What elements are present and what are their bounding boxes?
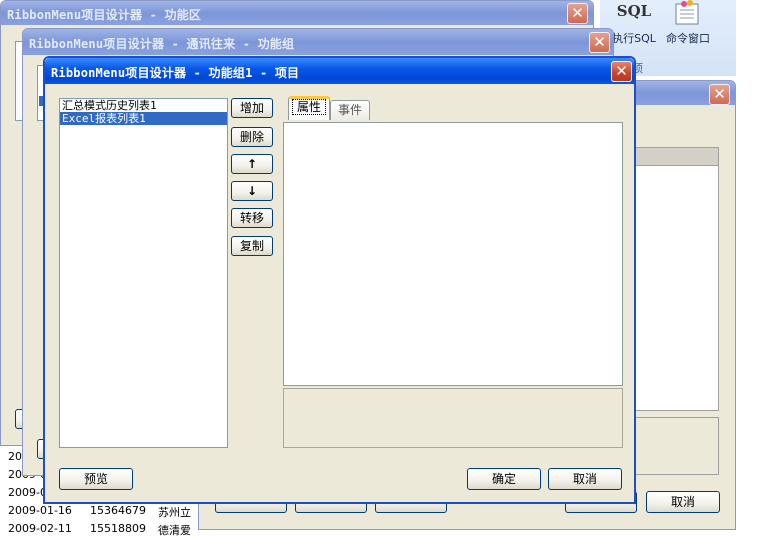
window-title-bar[interactable]: RibbonMenu项目设计器 - 功能区 ✕ [1, 1, 593, 25]
table-cell-date: 20 [8, 450, 22, 463]
move-down-button[interactable]: ↓ [231, 181, 273, 201]
button-label: 复制 [239, 239, 264, 253]
table-cell-code: 15364679 [90, 504, 146, 517]
add-item-button[interactable]: 增加 [231, 98, 273, 118]
table-cell-date: 2009-02-11 [8, 522, 72, 535]
list-item[interactable]: Excel报表列表1 [60, 112, 227, 125]
table-cell-code: 15518809 [90, 522, 146, 535]
ok-button[interactable]: 确定 [467, 468, 541, 490]
move-up-button[interactable]: ↑ [231, 154, 273, 174]
list-item-label: Excel报表列表1 [62, 112, 146, 125]
table-cell-date: 2009-01-16 [8, 504, 72, 517]
tab-label: 事件 [337, 103, 362, 117]
close-icon[interactable]: ✕ [611, 61, 632, 82]
button-label: 取消 [572, 472, 597, 486]
button-label: 删除 [239, 130, 264, 144]
property-description-panel [283, 388, 623, 448]
property-grid[interactable] [283, 122, 623, 386]
window-title: RibbonMenu项目设计器 - 功能组1 - 项目 [51, 66, 300, 80]
cancel-button[interactable]: 取消 [548, 468, 622, 490]
tab-label: 属性 [291, 99, 326, 115]
sql-icon[interactable]: SQL [614, 2, 654, 24]
button-label: 预览 [83, 472, 108, 486]
button-label: 取消 [670, 495, 695, 509]
command-window-icon[interactable] [672, 0, 702, 26]
transfer-item-button[interactable]: 转移 [231, 208, 273, 228]
table-cell-name: 德清爱 [158, 524, 191, 537]
button-label: 增加 [239, 101, 264, 115]
close-icon[interactable]: ✕ [589, 32, 610, 53]
right-grid-panel [629, 147, 719, 411]
close-icon[interactable]: ✕ [567, 3, 588, 24]
table-cell-name: 苏州立 [158, 506, 191, 519]
command-window-button-label[interactable]: 命令窗口 [658, 30, 718, 46]
grid-header [630, 148, 718, 166]
window-title: RibbonMenu项目设计器 - 通讯往来 - 功能组 [29, 37, 295, 51]
right-cancel-button[interactable]: 取消 [646, 491, 720, 513]
preview-button[interactable]: 预览 [59, 468, 133, 490]
tab-properties[interactable]: 属性 [288, 96, 330, 120]
item-list[interactable]: 汇总模式历史列表1 Excel报表列表1 [59, 98, 228, 448]
close-icon[interactable]: ✕ [709, 84, 730, 105]
delete-item-button[interactable]: 删除 [231, 127, 273, 147]
arrow-down-icon: ↓ [246, 184, 258, 198]
list-item[interactable]: 汇总模式历史列表1 [60, 99, 227, 112]
button-label: 确定 [491, 472, 516, 486]
tab-events[interactable]: 事件 [330, 100, 370, 120]
window-title: RibbonMenu项目设计器 - 功能区 [7, 8, 202, 22]
button-label: 转移 [239, 211, 264, 225]
right-lower-panel [629, 417, 719, 475]
copy-item-button[interactable]: 复制 [231, 236, 273, 256]
window-title-bar[interactable]: RibbonMenu项目设计器 - 通讯往来 - 功能组 ✕ [23, 29, 613, 55]
table-cell-date: 2009-0 [8, 486, 47, 499]
arrow-up-icon: ↑ [246, 157, 258, 171]
window-item-designer: RibbonMenu项目设计器 - 功能组1 - 项目 ✕ 汇总模式历史列表1 … [43, 56, 636, 504]
window-title-bar[interactable]: RibbonMenu项目设计器 - 功能组1 - 项目 ✕ [45, 58, 634, 84]
list-item-label: 汇总模式历史列表1 [62, 99, 157, 112]
